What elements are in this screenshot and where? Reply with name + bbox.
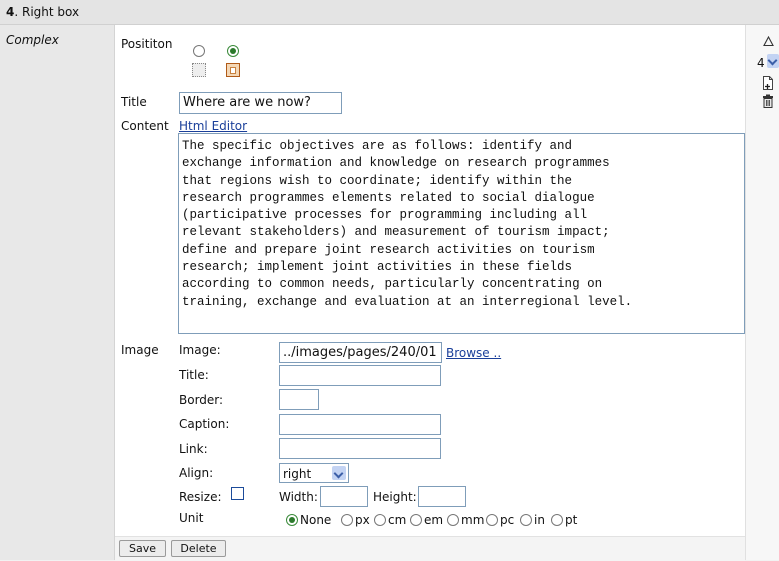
caption-label: Caption: — [179, 417, 230, 431]
unit-radio-px[interactable] — [341, 514, 353, 526]
position-label: Posititon — [121, 37, 173, 51]
order-select[interactable] — [767, 54, 779, 68]
section-title: 4. Right box — [6, 5, 80, 19]
border-input[interactable] — [279, 389, 319, 410]
width-input[interactable] — [320, 486, 368, 507]
new-page-icon[interactable] — [762, 76, 774, 90]
title-input[interactable]: Where are we now? — [179, 92, 342, 114]
border-label: Border: — [179, 393, 224, 407]
height-input[interactable] — [418, 486, 466, 507]
unit-option-pc: pc — [500, 513, 515, 527]
resize-label: Resize: — [179, 490, 222, 504]
unit-option-px: px — [355, 513, 370, 527]
title-label: Title — [121, 95, 147, 109]
width-label: Width: — [279, 490, 318, 504]
unit-radio-em[interactable] — [410, 514, 422, 526]
unit-radio-pc[interactable] — [486, 514, 498, 526]
chevron-down-icon[interactable] — [332, 466, 346, 480]
left-column: Complex — [0, 25, 115, 560]
image-path-label: Image: — [179, 343, 221, 357]
content-label: Content — [121, 119, 169, 133]
browse-link[interactable]: Browse .. — [446, 346, 501, 360]
link-label: Link: — [179, 442, 208, 456]
align-select[interactable]: right — [279, 463, 349, 483]
unit-radio-mm[interactable] — [447, 514, 459, 526]
unit-radio-cm[interactable] — [374, 514, 386, 526]
image-section-label: Image — [121, 343, 159, 357]
image-title-label: Title: — [179, 368, 209, 382]
html-editor-link[interactable]: Html Editor — [179, 119, 247, 133]
align-label: Align: — [179, 466, 214, 480]
content-textarea[interactable]: The specific objectives are as follows: … — [178, 133, 745, 334]
unit-option-in: in — [534, 513, 545, 527]
unit-label: Unit — [179, 511, 204, 525]
link-input[interactable] — [279, 438, 441, 459]
align-select-value: right — [283, 467, 312, 481]
section-header: 4. Right box — [0, 0, 779, 25]
unit-radio-in[interactable] — [520, 514, 532, 526]
unit-option-pt: pt — [565, 513, 578, 527]
save-button[interactable]: Save — [119, 540, 166, 557]
unit-option-none: None — [300, 513, 332, 527]
image-title-input[interactable] — [279, 365, 441, 386]
unit-radio-none[interactable] — [286, 514, 298, 526]
unit-option-cm: cm — [388, 513, 407, 527]
move-up-icon[interactable] — [763, 36, 774, 47]
position-radio-box[interactable] — [227, 45, 239, 57]
chevron-down-icon — [767, 55, 778, 66]
unit-radio-pt[interactable] — [551, 514, 563, 526]
unit-option-em: em — [424, 513, 444, 527]
right-box-icon — [226, 63, 240, 77]
resize-checkbox[interactable] — [231, 487, 244, 500]
position-radio-none[interactable] — [193, 45, 205, 57]
type-label: Complex — [6, 33, 59, 47]
image-path-input[interactable]: ../images/pages/240/01 — [279, 342, 442, 363]
no-frame-icon — [192, 63, 206, 77]
trash-icon[interactable] — [762, 94, 774, 108]
order-select-value: 4 — [757, 56, 765, 70]
delete-button[interactable]: Delete — [171, 540, 226, 557]
height-label: Height: — [373, 490, 417, 504]
unit-option-mm: mm — [461, 513, 485, 527]
caption-input[interactable] — [279, 414, 441, 435]
